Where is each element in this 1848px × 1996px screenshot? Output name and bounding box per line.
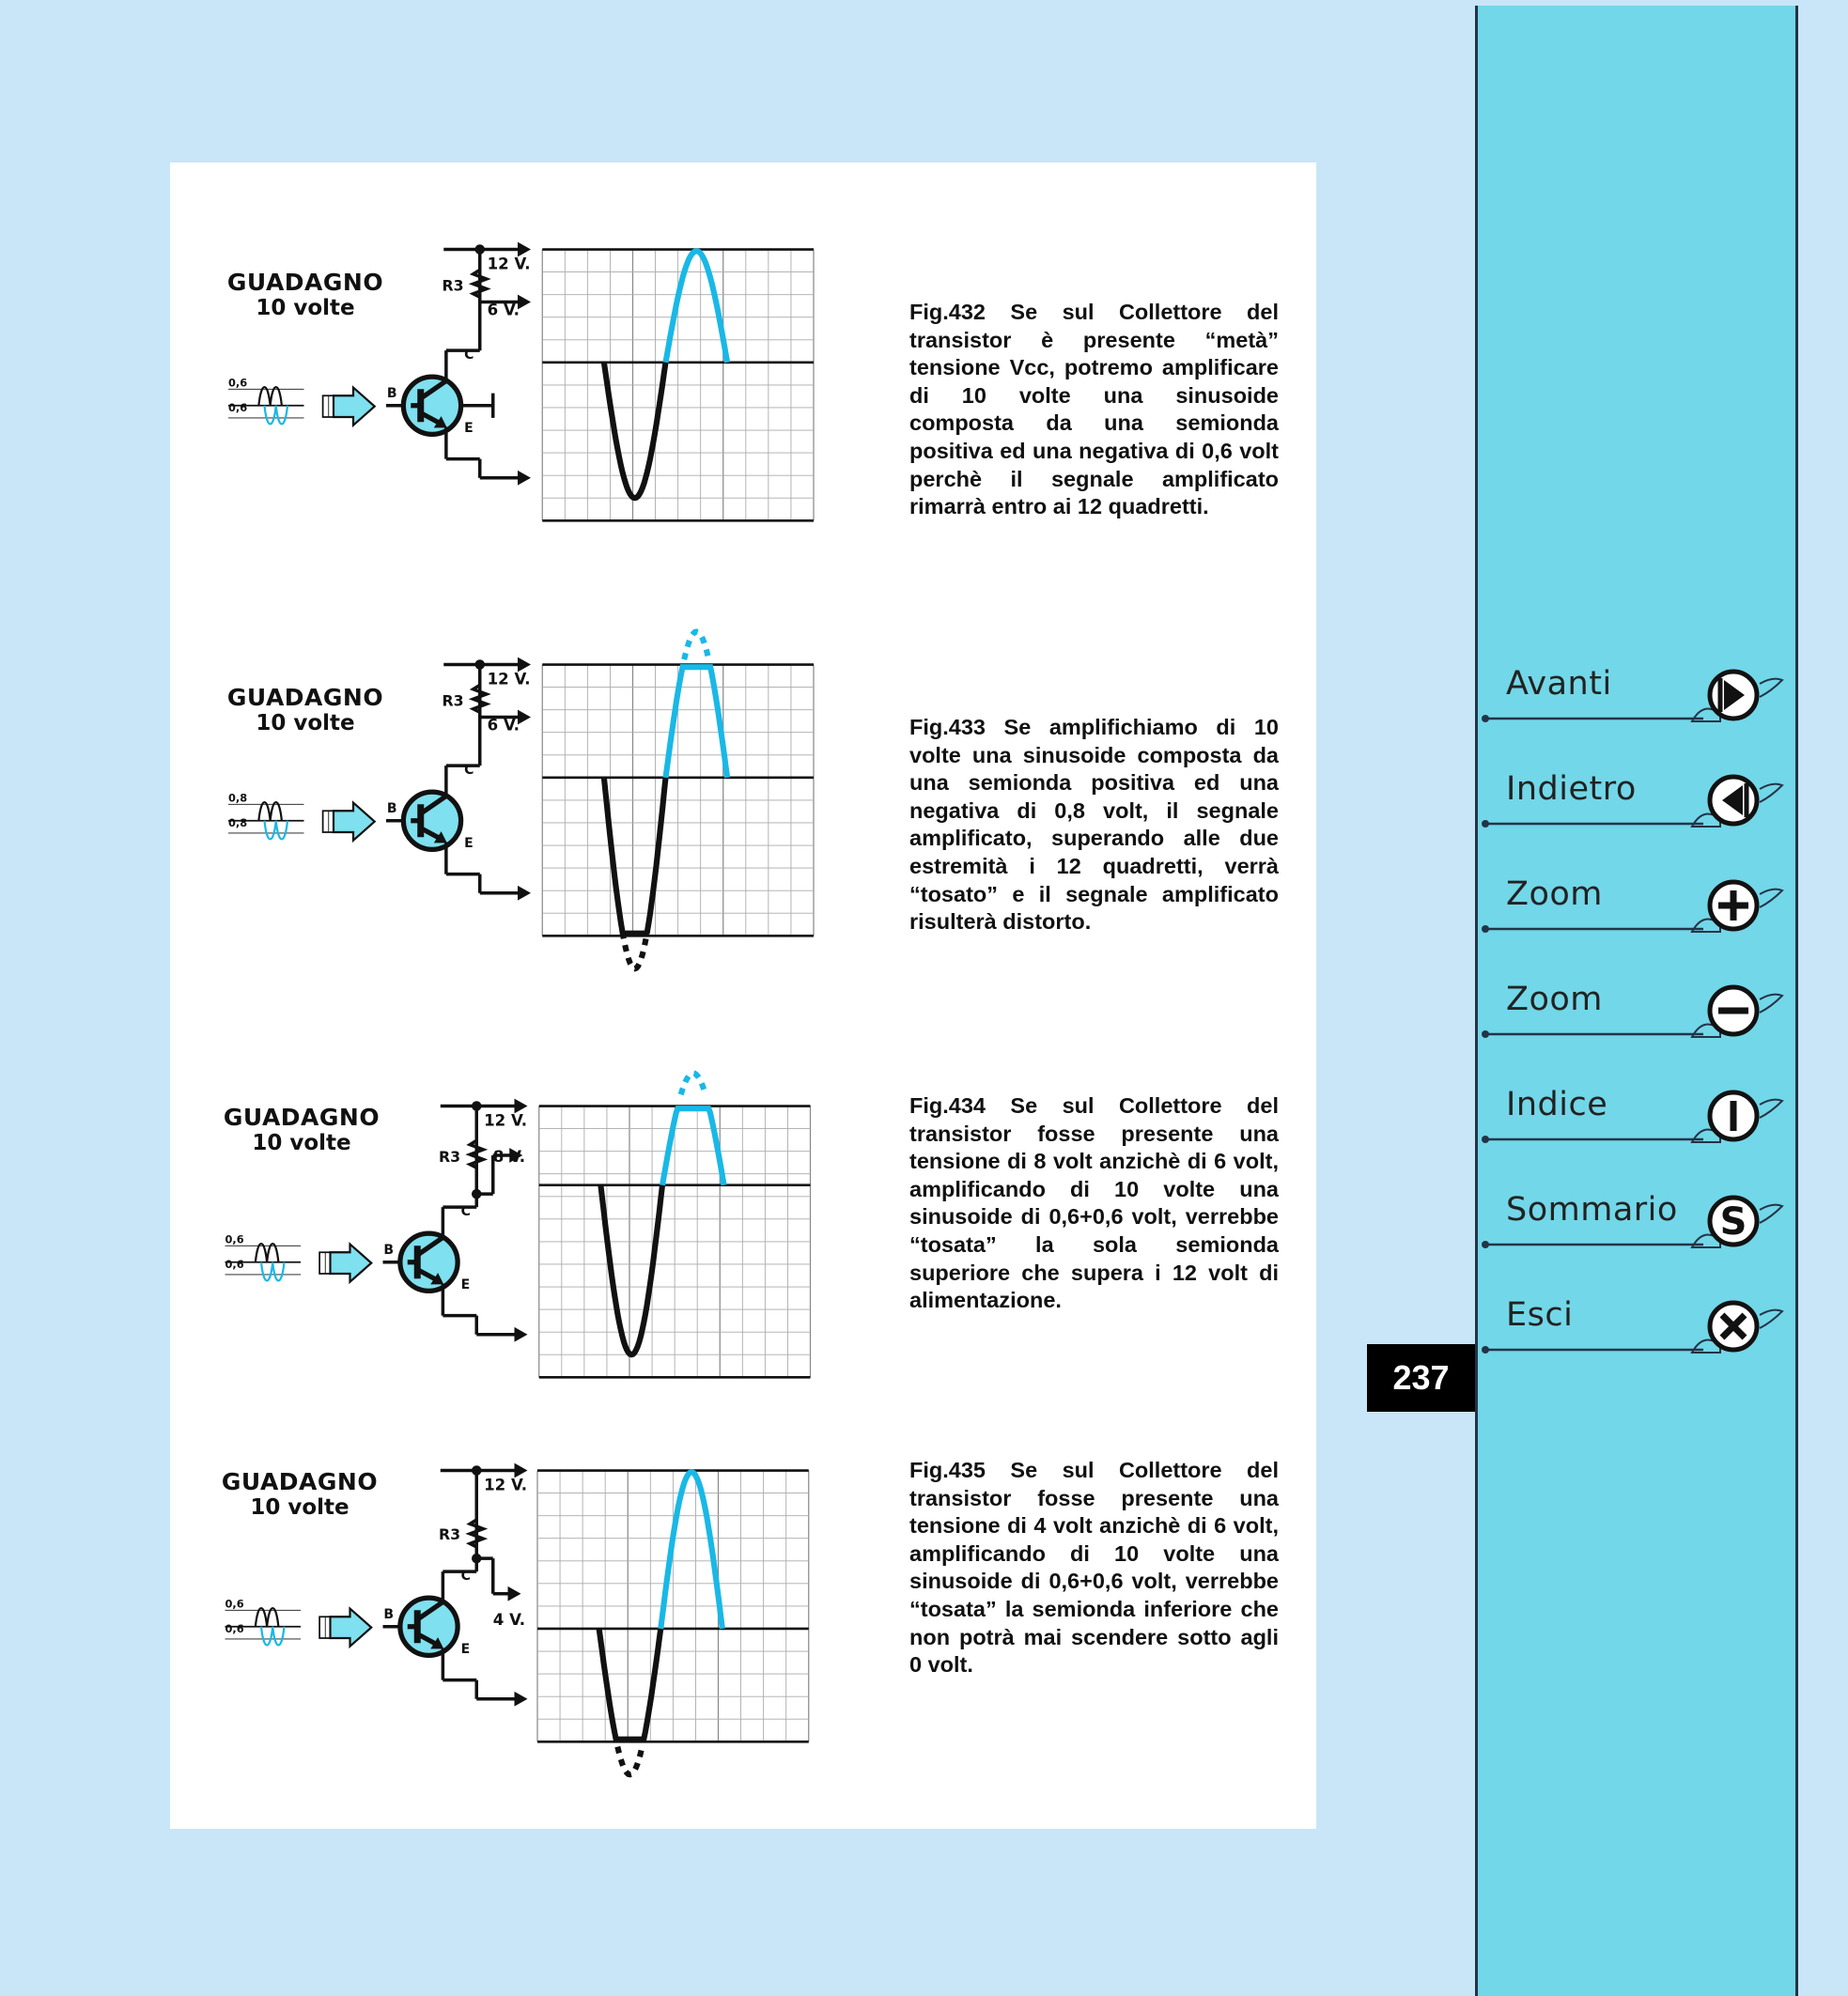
zoom-out-icon: [1482, 984, 1784, 1038]
transistor-icon: B C E: [386, 348, 474, 437]
positive-half-wave: [662, 664, 731, 779]
negative-half-wave: [598, 1184, 666, 1358]
collector-arrow-icon: [507, 1586, 521, 1601]
base-label: B: [387, 801, 397, 816]
transistor-icon: B C E: [382, 1569, 471, 1658]
nav-indice-button[interactable]: Indice: [1478, 1080, 1795, 1155]
collector-voltage-label: 4 V.: [493, 1611, 525, 1629]
collector-arrow-icon: [518, 709, 531, 725]
nav-esci-button[interactable]: Esci: [1478, 1291, 1795, 1366]
figure-434: GUADAGNO 10 volte 0,6 0,6 B C E R3 12 V.…: [170, 1057, 1316, 1451]
input-neg-label: 0,6: [225, 1258, 244, 1271]
input-signal: 0,6 0,6: [227, 377, 304, 426]
resistor-label: R3: [439, 1525, 460, 1543]
transistor-icon: B C E: [386, 763, 474, 852]
base-label: B: [387, 386, 397, 401]
navigation-sidebar: Avanti Indietro Zoom Zoom Indice Sommari…: [1475, 6, 1798, 1996]
arrow-left-icon: [1482, 774, 1784, 828]
figure-caption: Fig.434 Se sul Collettore del transistor…: [909, 1093, 1279, 1313]
positive-half-wave: [662, 248, 731, 364]
resistor-label: R3: [439, 1148, 460, 1166]
oscilloscope-grid: [538, 1070, 812, 1379]
nav-zoom-in-button[interactable]: Zoom: [1478, 870, 1795, 945]
nav-zoom-out-button[interactable]: Zoom: [1478, 975, 1795, 1050]
emitter-label: E: [461, 1642, 471, 1657]
base-label: B: [383, 1243, 394, 1258]
emitter-label: E: [464, 421, 474, 436]
oscilloscope-grid: [536, 1469, 810, 1778]
collector-voltage-label: 6 V.: [488, 302, 520, 319]
clipped-negative-wave: [619, 931, 650, 972]
clipped-positive-wave: [681, 628, 712, 660]
oscilloscope-grid: [541, 248, 815, 522]
emitter-label: E: [464, 836, 474, 851]
arrow-right-icon: [1482, 669, 1784, 722]
input-neg-label: 0,6: [225, 1622, 244, 1635]
circuit-diagram: 0,8 0,8 B C E R3 12 V. 6 V.: [227, 628, 815, 972]
nav-indietro-button[interactable]: Indietro: [1478, 765, 1795, 840]
emitter-arrow-icon: [518, 470, 531, 486]
emitter-arrow-icon: [518, 885, 531, 901]
figure-433: GUADAGNO 10 volte 0,8 0,8 B C E R3 12 V.…: [170, 615, 1316, 1010]
summary-icon: S: [1482, 1195, 1784, 1248]
transistor-icon: B C E: [382, 1204, 471, 1293]
figure-435: GUADAGNO 10 volte 0,6 0,6 B C E R3 12 V.…: [170, 1421, 1316, 1816]
wiring: [440, 1468, 515, 1701]
input-neg-label: 0,8: [228, 816, 247, 829]
svg-text:S: S: [1720, 1200, 1747, 1244]
clipped-positive-wave: [677, 1070, 708, 1096]
nav-sommario-button[interactable]: Sommario S: [1478, 1185, 1795, 1261]
input-signal: 0,8 0,8: [227, 792, 304, 841]
input-arrow-icon: [321, 385, 377, 428]
input-pos-label: 0,6: [228, 377, 247, 390]
input-neg-label: 0,6: [228, 401, 247, 414]
input-pos-label: 0,8: [228, 792, 247, 805]
figure-caption: Fig.433 Se amplifichiamo di 10 volte una…: [909, 715, 1279, 935]
input-signal: 0,6 0,6: [225, 1598, 301, 1647]
exit-icon: [1482, 1300, 1784, 1354]
resistor-label: R3: [443, 276, 464, 294]
emitter-arrow-icon: [514, 1691, 528, 1707]
input-arrow-icon: [321, 800, 377, 843]
figure-432: GUADAGNO 10 volte 0,6 0,6 B C E R3 12 V.…: [170, 200, 1316, 595]
circuit-diagram: 0,6 0,6 B C E: [227, 241, 815, 522]
vcc-label: 12 V.: [488, 255, 531, 273]
vcc-label: 12 V.: [488, 671, 531, 689]
figure-caption: Fig.432 Se sul Collettore del transistor…: [909, 300, 1279, 519]
circuit-diagram: 0,6 0,6 B C E: [225, 1462, 810, 1778]
base-label: B: [383, 1607, 394, 1622]
negative-half-wave: [600, 777, 669, 936]
emitter-label: E: [461, 1277, 471, 1292]
input-arrow-icon: [318, 1606, 373, 1649]
page-number: 237: [1367, 1344, 1475, 1412]
negative-half-wave: [596, 1628, 664, 1742]
input-signal: 0,6 0,6: [225, 1233, 301, 1282]
collector-arrow-icon: [518, 294, 531, 310]
clipped-negative-wave: [614, 1745, 645, 1778]
input-pos-label: 0,6: [225, 1233, 244, 1246]
positive-half-wave: [658, 1469, 725, 1630]
resistor-label: R3: [443, 691, 464, 709]
wiring: [440, 1104, 515, 1337]
emitter-arrow-icon: [514, 1326, 528, 1342]
input-pos-label: 0,6: [225, 1598, 244, 1611]
circuit-diagram: 0,6 0,6 B C E: [225, 1070, 812, 1379]
vcc-label: 12 V.: [484, 1477, 527, 1494]
vcc-label: 12 V.: [484, 1112, 527, 1130]
collector-voltage-label: 6 V.: [488, 717, 520, 735]
figure-caption: Fig.435 Se sul Collettore del transistor…: [909, 1458, 1279, 1678]
oscilloscope-grid: [541, 628, 815, 972]
index-icon: [1482, 1090, 1784, 1143]
collector-voltage-label: 8 V.: [493, 1148, 525, 1166]
manual-page: GUADAGNO 10 volte 0,6 0,6 B C E R3 12 V.…: [170, 162, 1316, 1829]
nav-avanti-button[interactable]: Avanti: [1478, 659, 1795, 735]
zoom-in-icon: [1482, 879, 1784, 933]
input-arrow-icon: [318, 1242, 373, 1285]
